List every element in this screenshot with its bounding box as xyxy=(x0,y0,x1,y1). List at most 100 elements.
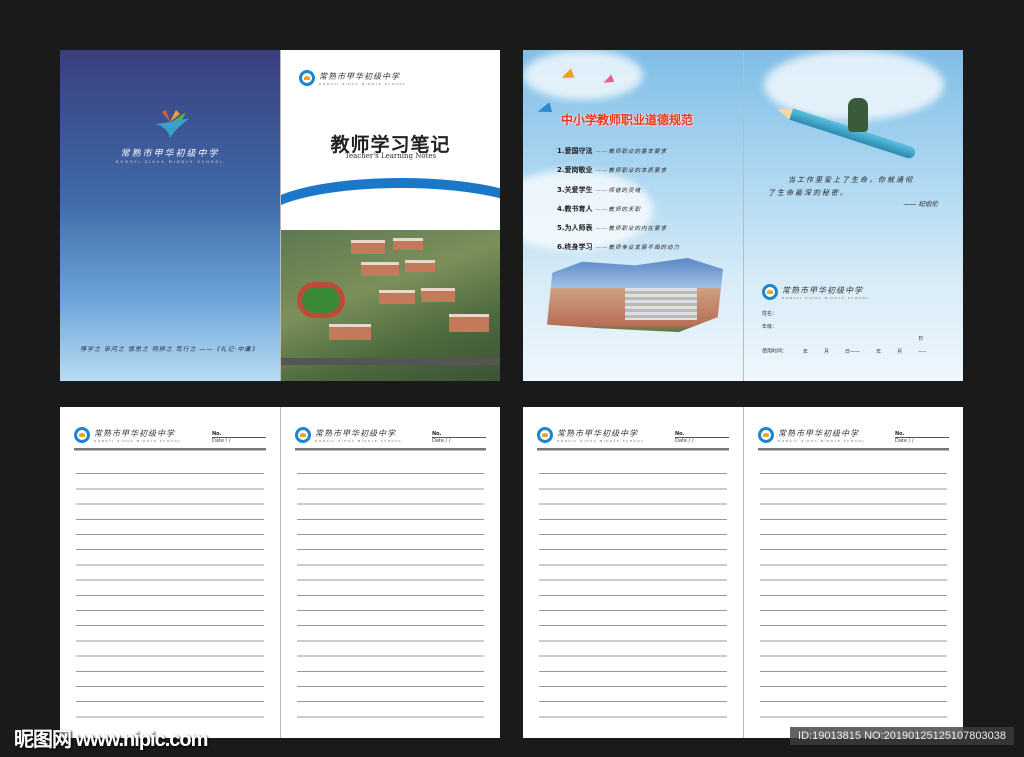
poem-author: —— 纪伯伦 xyxy=(903,200,938,208)
list-item: 4.教书育人 ——教师的天职 xyxy=(557,200,680,219)
paper-plane-icon xyxy=(535,102,553,116)
item-desc: ——教师职业的内在要求 xyxy=(595,226,668,233)
period-row: 使用时间： 年 月 日—— 年 月 日—— xyxy=(762,333,926,358)
school-logo: 常熟市甲华初级中学 DONGYI ZIHUA MIDDLE SCHOOL xyxy=(299,70,406,86)
note-meta: No. Date / / xyxy=(675,431,729,444)
logo-name-en: DONGYI ZIHUA MIDDLE SCHOOL xyxy=(94,438,182,443)
logo-name-en: DONGYI ZIHUA MIDDLE SCHOOL xyxy=(782,295,870,300)
no-field: No. xyxy=(675,431,729,438)
back-cover: 常熟市甲华初级中学 DONGYI ZIHUA MIDDLE SCHOOL 博学之… xyxy=(60,50,280,381)
note-spread: 常熟市甲华初级中学 DONGYI ZIHUA MIDDLE SCHOOL No. … xyxy=(60,407,501,738)
list-item: 3.关爱学生 ——师德的灵魂 xyxy=(557,181,680,200)
item-key: 6.终身学习 xyxy=(557,243,593,252)
logo-name: 常熟市甲华初级中学 xyxy=(315,428,396,438)
logo-name-en: DONGYI ZIHUA MIDDLE SCHOOL xyxy=(315,438,403,443)
school-logo-icon xyxy=(537,427,553,443)
logo-name-en: DONGYI ZIHUA MIDDLE SCHOOL xyxy=(778,438,866,443)
school-logo-icon xyxy=(295,427,311,443)
day-label: 日—— xyxy=(918,336,926,355)
item-desc: ——教师的天职 xyxy=(595,206,642,213)
logo-name: 常熟市甲华初级中学 xyxy=(782,285,863,295)
month-label: 月 xyxy=(824,348,830,355)
date-field: Date / / xyxy=(675,438,694,444)
front-cover: 常熟市甲华初级中学 DONGYI ZIHUA MIDDLE SCHOOL 教师学习… xyxy=(280,50,500,381)
name-label: 姓名： xyxy=(762,311,778,317)
item-desc: ——师德的灵魂 xyxy=(595,187,642,194)
ethics-page: 中小学教师职业道德规范 1.爱国守法 ——教师职业的基本要求 2.爱岗敬业 ——教师… xyxy=(523,50,743,381)
no-field: No. xyxy=(895,431,949,438)
info-page: 当工作里爱上了生命，你就通彻 了生命最深的秘密。 —— 纪伯伦 常熟市甲华初级中… xyxy=(743,50,963,381)
school-logo: 常熟市甲华初级中学 DONGYI ZIHUA MIDDLE SCHOOL xyxy=(758,427,865,443)
header-rule xyxy=(537,448,729,451)
logo-name: 常熟市甲华初级中学 xyxy=(557,428,638,438)
item-key: 4.教书育人 xyxy=(557,204,593,213)
item-key: 3.关爱学生 xyxy=(557,185,593,194)
logo-name-en: DONGYI ZIHUA MIDDLE SCHOOL xyxy=(557,438,645,443)
note-page: 常熟市甲华初级中学 DONGYI ZIHUA MIDDLE SCHOOL No. … xyxy=(280,407,500,738)
note-page: 常熟市甲华初级中学 DONGYI ZIHUA MIDDLE SCHOOL No. … xyxy=(743,407,963,738)
school-logo: 常熟市甲华初级中学 DONGYI ZIHUA MIDDLE SCHOOL xyxy=(295,427,402,443)
item-desc: ——教师职业的本质要求 xyxy=(595,168,668,175)
watermark-site: 昵图网 www.nipic.com xyxy=(14,729,208,751)
list-item: 5.为人师表 ——教师职业的内在要求 xyxy=(557,219,680,238)
date-field: Date / / xyxy=(895,438,914,444)
inside-cover-spread: 中小学教师职业道德规范 1.爱国守法 ——教师职业的基本要求 2.爱岗敬业 ——教师… xyxy=(523,50,964,381)
ruled-lines xyxy=(76,459,264,726)
no-field: No. xyxy=(432,431,486,438)
ruled-lines xyxy=(760,459,947,726)
ethics-heading: 中小学教师职业道德规范 xyxy=(561,113,694,127)
date-field: Date / / xyxy=(212,438,231,444)
year-label: 年 xyxy=(876,348,882,355)
item-key: 2.爱岗敬业 xyxy=(557,166,593,175)
school-logo-icon xyxy=(762,284,778,300)
school-emblem-icon xyxy=(156,110,190,138)
year-label: 年 xyxy=(803,348,809,355)
logo-name: 常熟市甲华初级中学 xyxy=(319,71,400,81)
date-field: Date / / xyxy=(432,438,451,444)
header-rule xyxy=(74,448,266,451)
day-label: 日—— xyxy=(845,348,861,355)
list-item: 2.爱岗敬业 ——教师职业的本质要求 xyxy=(557,161,680,180)
period-label: 使用时间： xyxy=(762,348,788,355)
note-meta: No. Date / / xyxy=(432,431,486,444)
owner-info: 姓名： 年级： 使用时间： 年 月 日—— 年 月 日—— xyxy=(762,308,926,358)
item-key: 1.爱国守法 xyxy=(557,147,593,155)
school-logo-icon xyxy=(299,70,315,86)
school-logo-icon xyxy=(74,427,90,443)
month-label: 月 xyxy=(897,348,903,355)
ruled-lines xyxy=(539,459,727,726)
school-name: 常熟市甲华初级中学 xyxy=(120,149,220,159)
watermark-id: ID:19013815 NO:20190125125107803038 xyxy=(790,727,1014,745)
boy-illustration xyxy=(848,98,868,132)
item-desc: ——教师专业发展不竭的动力 xyxy=(595,245,681,252)
note-spread: 常熟市甲华初级中学 DONGYI ZIHUA MIDDLE SCHOOL No. … xyxy=(523,407,964,738)
grade-label: 年级： xyxy=(762,323,778,330)
item-desc: ——教师职业的基本要求 xyxy=(595,149,668,155)
header-rule xyxy=(758,448,949,451)
no-field: No. xyxy=(212,431,266,438)
campus-aerial-image xyxy=(281,230,500,381)
header-rule xyxy=(295,448,486,451)
logo-name: 常熟市甲华初级中学 xyxy=(94,428,175,438)
cover-subtitle: Teacher's Learning Notes xyxy=(344,152,437,160)
note-page: 常熟市甲华初级中学 DONGYI ZIHUA MIDDLE SCHOOL No. … xyxy=(60,407,280,738)
school-building-photo xyxy=(547,258,723,332)
school-name-en: DONGYI ZIHUA MIDDLE SCHOOL xyxy=(115,160,225,164)
list-item: 1.爱国守法 ——教师职业的基本要求 xyxy=(557,142,680,161)
note-meta: No. Date / / xyxy=(895,431,949,444)
school-logo: 常熟市甲华初级中学 DONGYI ZIHUA MIDDLE SCHOOL xyxy=(74,427,181,443)
school-logo: 常熟市甲华初级中学 DONGYI ZIHUA MIDDLE SCHOOL xyxy=(537,427,644,443)
logo-name-en: DONGYI ZIHUA MIDDLE SCHOOL xyxy=(319,81,407,86)
note-page: 常熟市甲华初级中学 DONGYI ZIHUA MIDDLE SCHOOL No. … xyxy=(523,407,743,738)
poem-line: 当工作里爱上了生命，你就通彻 xyxy=(788,176,914,184)
back-quote: 博学之 审问之 慎思之 明辨之 笃行之 ——《礼记·中庸》 xyxy=(80,346,259,353)
poem: 当工作里爱上了生命，你就通彻 了生命最深的秘密。 xyxy=(768,174,948,200)
list-item: 6.终身学习 ——教师专业发展不竭的动力 xyxy=(557,238,680,257)
school-logo-icon xyxy=(758,427,774,443)
cover-spread: 常熟市甲华初级中学 DONGYI ZIHUA MIDDLE SCHOOL 博学之… xyxy=(60,50,501,381)
logo-name: 常熟市甲华初级中学 xyxy=(778,428,859,438)
item-key: 5.为人师表 xyxy=(557,224,593,233)
ethics-list: 1.爱国守法 ——教师职业的基本要求 2.爱岗敬业 ——教师职业的本质要求 3.关爱… xyxy=(557,142,680,258)
note-meta: No. Date / / xyxy=(212,431,266,444)
school-logo: 常熟市甲华初级中学 DONGYI ZIHUA MIDDLE SCHOOL xyxy=(762,284,869,300)
